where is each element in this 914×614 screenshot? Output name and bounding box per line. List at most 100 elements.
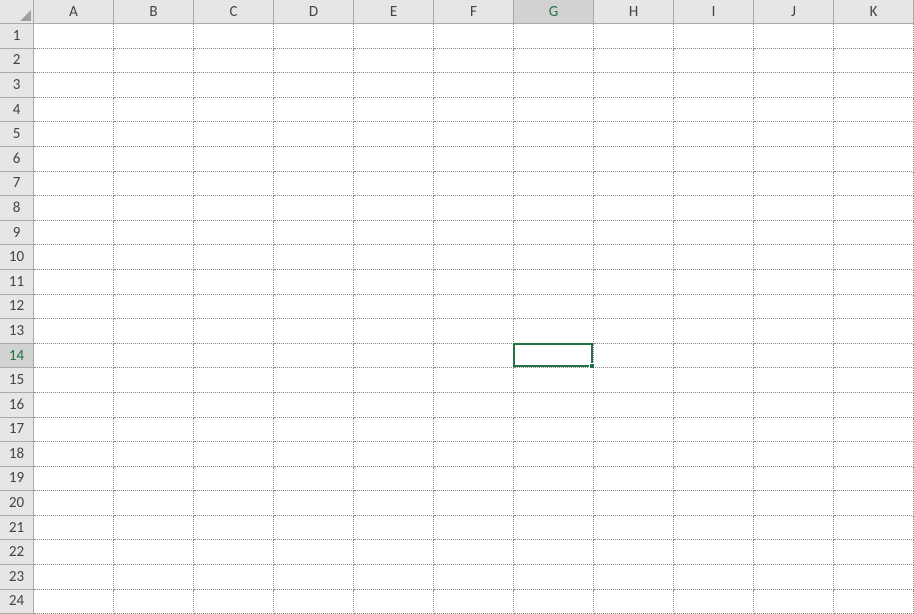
cell-F5[interactable] — [434, 122, 514, 147]
cell-G6[interactable] — [514, 147, 594, 172]
cell-A17[interactable] — [34, 418, 114, 443]
row-header-13[interactable]: 13 — [0, 319, 34, 344]
cell-H6[interactable] — [594, 147, 674, 172]
column-header-E[interactable]: E — [354, 0, 434, 24]
cell-I16[interactable] — [674, 393, 754, 418]
cell-E5[interactable] — [354, 122, 434, 147]
cell-A3[interactable] — [34, 73, 114, 98]
cell-K11[interactable] — [834, 270, 914, 295]
cell-C9[interactable] — [194, 221, 274, 246]
cell-C21[interactable] — [194, 516, 274, 541]
cell-F9[interactable] — [434, 221, 514, 246]
cell-F8[interactable] — [434, 196, 514, 221]
cell-C8[interactable] — [194, 196, 274, 221]
cell-A18[interactable] — [34, 442, 114, 467]
cell-E8[interactable] — [354, 196, 434, 221]
cell-F4[interactable] — [434, 98, 514, 123]
cell-J16[interactable] — [754, 393, 834, 418]
cell-D10[interactable] — [274, 245, 354, 270]
cell-J1[interactable] — [754, 24, 834, 49]
cell-C20[interactable] — [194, 491, 274, 516]
cell-G8[interactable] — [514, 196, 594, 221]
cell-B7[interactable] — [114, 172, 194, 197]
cell-J7[interactable] — [754, 172, 834, 197]
cell-G3[interactable] — [514, 73, 594, 98]
row-header-3[interactable]: 3 — [0, 73, 34, 98]
cell-G22[interactable] — [514, 540, 594, 565]
cell-J13[interactable] — [754, 319, 834, 344]
cell-A13[interactable] — [34, 319, 114, 344]
column-header-H[interactable]: H — [594, 0, 674, 24]
cell-F10[interactable] — [434, 245, 514, 270]
cell-C18[interactable] — [194, 442, 274, 467]
cell-J14[interactable] — [754, 344, 834, 369]
cell-A16[interactable] — [34, 393, 114, 418]
cell-C17[interactable] — [194, 418, 274, 443]
cell-B16[interactable] — [114, 393, 194, 418]
cell-G14[interactable] — [514, 344, 594, 369]
cell-K19[interactable] — [834, 467, 914, 492]
cell-D1[interactable] — [274, 24, 354, 49]
cell-B1[interactable] — [114, 24, 194, 49]
row-header-6[interactable]: 6 — [0, 147, 34, 172]
cell-F3[interactable] — [434, 73, 514, 98]
cell-F19[interactable] — [434, 467, 514, 492]
cell-C4[interactable] — [194, 98, 274, 123]
cell-K21[interactable] — [834, 516, 914, 541]
cell-E10[interactable] — [354, 245, 434, 270]
cell-D13[interactable] — [274, 319, 354, 344]
cell-F21[interactable] — [434, 516, 514, 541]
cell-B24[interactable] — [114, 590, 194, 614]
cell-I22[interactable] — [674, 540, 754, 565]
cell-J21[interactable] — [754, 516, 834, 541]
cell-B12[interactable] — [114, 295, 194, 320]
cell-A15[interactable] — [34, 368, 114, 393]
cell-H22[interactable] — [594, 540, 674, 565]
cell-A9[interactable] — [34, 221, 114, 246]
cell-H10[interactable] — [594, 245, 674, 270]
cell-J22[interactable] — [754, 540, 834, 565]
cell-H18[interactable] — [594, 442, 674, 467]
cell-A4[interactable] — [34, 98, 114, 123]
cell-G1[interactable] — [514, 24, 594, 49]
cell-K17[interactable] — [834, 418, 914, 443]
row-header-7[interactable]: 7 — [0, 172, 34, 197]
cell-F11[interactable] — [434, 270, 514, 295]
cell-C11[interactable] — [194, 270, 274, 295]
cell-B15[interactable] — [114, 368, 194, 393]
cell-K4[interactable] — [834, 98, 914, 123]
cell-H12[interactable] — [594, 295, 674, 320]
cell-K13[interactable] — [834, 319, 914, 344]
cell-G9[interactable] — [514, 221, 594, 246]
cell-I15[interactable] — [674, 368, 754, 393]
cell-K1[interactable] — [834, 24, 914, 49]
cell-A8[interactable] — [34, 196, 114, 221]
cell-H19[interactable] — [594, 467, 674, 492]
cell-A5[interactable] — [34, 122, 114, 147]
cell-I10[interactable] — [674, 245, 754, 270]
column-header-J[interactable]: J — [754, 0, 834, 24]
row-header-10[interactable]: 10 — [0, 245, 34, 270]
row-header-5[interactable]: 5 — [0, 122, 34, 147]
cell-F24[interactable] — [434, 590, 514, 614]
cell-C19[interactable] — [194, 467, 274, 492]
cell-J9[interactable] — [754, 221, 834, 246]
cell-K16[interactable] — [834, 393, 914, 418]
cell-B19[interactable] — [114, 467, 194, 492]
cell-E11[interactable] — [354, 270, 434, 295]
cell-D17[interactable] — [274, 418, 354, 443]
cell-H17[interactable] — [594, 418, 674, 443]
cell-E22[interactable] — [354, 540, 434, 565]
cell-I24[interactable] — [674, 590, 754, 614]
cell-F6[interactable] — [434, 147, 514, 172]
row-header-21[interactable]: 21 — [0, 516, 34, 541]
row-header-4[interactable]: 4 — [0, 98, 34, 123]
cell-H4[interactable] — [594, 98, 674, 123]
cell-K8[interactable] — [834, 196, 914, 221]
cell-D8[interactable] — [274, 196, 354, 221]
cell-D19[interactable] — [274, 467, 354, 492]
cell-F12[interactable] — [434, 295, 514, 320]
cell-I14[interactable] — [674, 344, 754, 369]
cell-J17[interactable] — [754, 418, 834, 443]
cell-C1[interactable] — [194, 24, 274, 49]
